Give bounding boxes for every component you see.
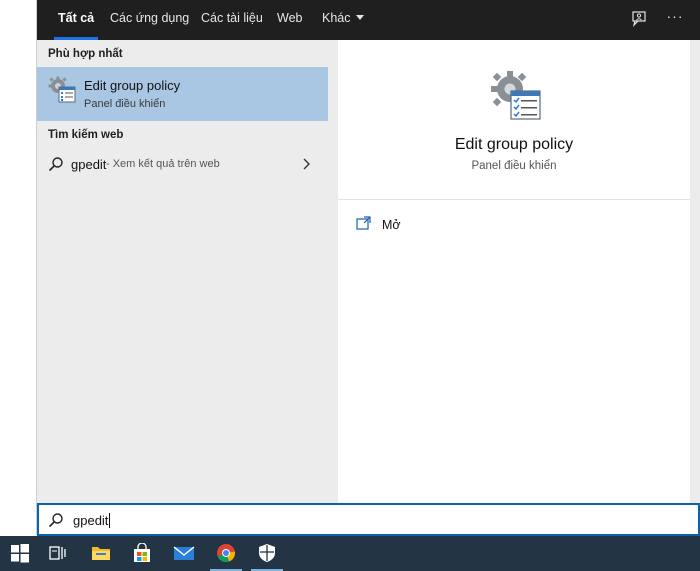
windows-security-icon[interactable] <box>247 536 287 571</box>
best-match-header: Phù hợp nhất <box>48 48 123 60</box>
web-search-result[interactable]: gpedit - Xem kết quả trên web <box>37 148 328 180</box>
start-search-window: Tất cả Các ứng dụng Các tài liệu Web Khá… <box>0 0 700 571</box>
results-pane: Phù hợp nhất Edit group policy Panel điề… <box>37 40 328 503</box>
more-options-icon[interactable]: ··· <box>663 6 687 30</box>
search-icon <box>48 156 64 172</box>
task-view-icon[interactable] <box>38 536 78 571</box>
feedback-icon[interactable] <box>629 9 649 29</box>
mail-icon[interactable] <box>163 536 203 571</box>
open-label: Mở <box>382 218 401 232</box>
file-explorer-icon[interactable] <box>81 536 121 571</box>
search-input-value: gpedit <box>73 513 111 528</box>
desktop-edge <box>0 0 37 535</box>
store-icon[interactable] <box>122 536 162 571</box>
start-icon[interactable] <box>0 536 40 571</box>
chrome-icon[interactable] <box>206 536 246 571</box>
control-panel-gear-icon <box>490 70 542 122</box>
web-search-header: Tìm kiếm web <box>48 129 124 141</box>
best-match-subtitle: Panel điều khiển <box>84 98 166 110</box>
text-cursor <box>109 513 111 528</box>
web-search-hint: - Xem kết quả trên web <box>106 158 220 170</box>
tab-apps[interactable]: Các ứng dụng <box>110 0 189 40</box>
open-icon <box>356 216 372 230</box>
best-match-result[interactable]: Edit group policy Panel điều khiển <box>37 67 328 121</box>
web-search-query: gpedit <box>71 157 107 172</box>
search-icon <box>48 512 64 528</box>
preview-subtitle: Panel điều khiển <box>471 160 557 172</box>
search-input[interactable]: gpedit <box>37 503 700 536</box>
search-query-text: gpedit <box>73 513 109 528</box>
pane-right-edge <box>690 40 700 503</box>
tab-all[interactable]: Tất cả <box>53 0 99 40</box>
search-tabs-bar: Tất cả Các ứng dụng Các tài liệu Web Khá… <box>37 0 700 40</box>
tab-more[interactable]: Khác <box>322 0 364 40</box>
tab-web[interactable]: Web <box>277 0 302 40</box>
preview-pane: Edit group policy Panel điều khiển Mở <box>338 48 690 503</box>
best-match-title: Edit group policy <box>84 78 181 93</box>
taskbar <box>0 536 700 571</box>
pane-gutter <box>328 40 338 503</box>
open-action[interactable]: Mở <box>356 214 476 236</box>
control-panel-gear-icon <box>48 76 76 104</box>
chevron-right-icon[interactable] <box>301 156 313 172</box>
tab-documents[interactable]: Các tài liệu <box>201 0 263 40</box>
tab-more-label: Khác <box>322 11 351 25</box>
chevron-down-icon <box>355 15 364 20</box>
preview-divider <box>338 199 690 200</box>
preview-title: Edit group policy <box>454 136 574 153</box>
